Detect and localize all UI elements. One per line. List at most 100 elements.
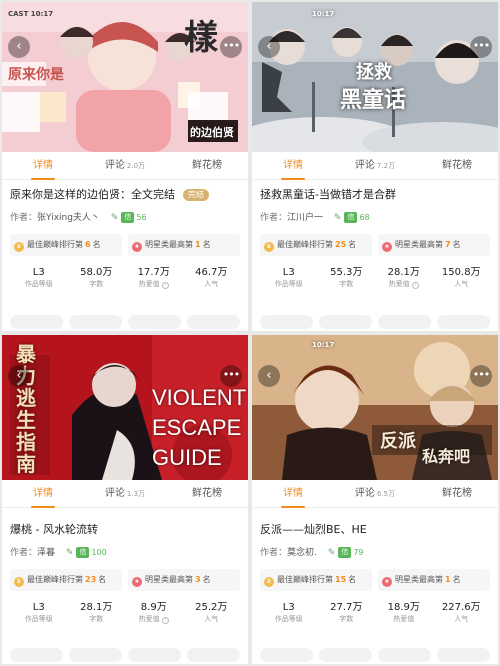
story-title[interactable]: 反派——灿烈BE、HE <box>260 521 490 539</box>
crown-icon: ♛ <box>264 577 274 587</box>
credit-badge: 信 <box>338 547 352 558</box>
action-pill[interactable] <box>437 648 490 662</box>
tab-flower-ranking[interactable]: 鲜花榜 <box>416 152 498 179</box>
comment-count: 2.0万 <box>126 162 146 170</box>
action-bar <box>252 313 498 331</box>
cover-subtitle: 黑童话 <box>340 88 407 113</box>
action-pill[interactable] <box>128 648 181 662</box>
author-row: 作者：江川户一 ✎ 信 68 <box>260 212 370 223</box>
tab-details[interactable]: 详情 <box>252 152 334 180</box>
author-row: 作者：张Yixing夫人丶 ✎ 信 56 <box>10 212 147 223</box>
rank-row: ♛ 最佳巅峰排行第 6 名 ★ 明星类最高第 1 名 <box>10 234 240 256</box>
more-button[interactable]: ••• <box>470 365 492 387</box>
action-pill[interactable] <box>260 315 313 329</box>
cover-subtitle: GUIDE <box>152 445 222 470</box>
tab-details[interactable]: 详情 <box>2 480 84 508</box>
star-rank[interactable]: ★ 明星类最高第 1 名 <box>128 234 240 256</box>
detail-tabs: 详情 评论 2.0万 鲜花榜 <box>2 152 248 180</box>
peak-rank[interactable]: ♛ 最佳巅峰排行第 25 名 <box>260 234 372 256</box>
question-icon[interactable]: ? <box>161 282 169 289</box>
cover-image[interactable]: 暴力逃生指南 VIOLENT ESCAPE GUIDE ‹ ••• <box>2 335 248 480</box>
story-info: 反派——灿烈BE、HE 作者：莫念初. ✎ 信 79 ♛ 最佳巅峰排行第 15 名 ★ 明星… <box>252 515 498 625</box>
comment-count: 7.2万 <box>376 162 396 170</box>
stat-popularity: 227.6万 人气 <box>441 602 481 623</box>
stat-level: L3 作品等级 <box>274 267 303 288</box>
cover-date: 10:17 <box>312 341 335 349</box>
more-dots-icon: ••• <box>472 368 490 381</box>
credit-score: 79 <box>353 548 364 557</box>
crown-icon: ♛ <box>14 577 24 587</box>
action-pill[interactable] <box>187 648 240 662</box>
cover-image[interactable]: 樣 原来你是 的边伯贤 CAST 10:17 ‹ ••• <box>2 2 248 152</box>
tab-details[interactable]: 详情 <box>2 152 84 180</box>
story-card[interactable]: 拯救 黑童话 10:17 ‹ ••• 详情 评论 7.2万 鲜花榜 拯救黑童话-当… <box>252 2 498 331</box>
cover-title: VIOLENT <box>152 385 247 410</box>
question-icon[interactable]: ? <box>161 617 169 624</box>
story-card[interactable]: 反派 私奔吧 10:17 ‹ ••• 详情 评论 6.5万 鲜花榜 反派——灿烈B… <box>252 335 498 664</box>
author-name[interactable]: 泽暮 <box>37 548 55 558</box>
stat-love: 18.9万 热爱值 <box>387 602 420 623</box>
credit-badge: 信 <box>121 212 135 223</box>
stat-words: 28.1万 字数 <box>80 602 113 623</box>
cover-image[interactable]: 反派 私奔吧 10:17 ‹ ••• <box>252 335 498 480</box>
story-title[interactable]: 爆桃 - 风水轮流转 <box>10 521 240 539</box>
action-pill[interactable] <box>128 315 181 329</box>
tab-flower-ranking[interactable]: 鲜花榜 <box>166 480 248 507</box>
tab-comments[interactable]: 评论 2.0万 <box>84 152 166 179</box>
action-pill[interactable] <box>69 315 122 329</box>
action-pill[interactable] <box>378 648 431 662</box>
chevron-left-icon: ‹ <box>16 368 22 383</box>
question-icon[interactable]: ? <box>411 282 419 289</box>
action-pill[interactable] <box>187 315 240 329</box>
story-card[interactable]: 樣 原来你是 的边伯贤 CAST 10:17 ‹ ••• 详情 评论 2.0万 鲜… <box>2 2 248 331</box>
tab-flower-ranking[interactable]: 鲜花榜 <box>416 480 498 507</box>
author-name[interactable]: 张Yixing夫人丶 <box>37 213 100 223</box>
tab-details[interactable]: 详情 <box>252 480 334 508</box>
more-dots-icon: ••• <box>222 39 240 52</box>
tab-comments[interactable]: 评论 7.2万 <box>334 152 416 179</box>
story-title[interactable]: 拯救黑童话-当做错才是合群 <box>260 186 490 204</box>
chevron-left-icon: ‹ <box>266 39 272 54</box>
tab-comments[interactable]: 评论 1.3万 <box>84 480 166 507</box>
back-button[interactable]: ‹ <box>258 365 280 387</box>
action-pill[interactable] <box>260 648 313 662</box>
stat-popularity: 46.7万 人气 <box>195 267 228 288</box>
star-rank[interactable]: ★ 明星类最高第 3 名 <box>128 569 240 591</box>
back-button[interactable]: ‹ <box>258 36 280 58</box>
star-rank[interactable]: ★ 明星类最高第 7 名 <box>378 234 490 256</box>
action-pill[interactable] <box>378 315 431 329</box>
cover-title: 拯救 <box>356 62 392 83</box>
author-name[interactable]: 莫念初. <box>287 548 317 558</box>
star-icon: ★ <box>132 577 142 587</box>
author-name[interactable]: 江川户一 <box>287 213 323 223</box>
author-row: 作者：泽暮 ✎ 信 100 <box>10 547 107 558</box>
back-button[interactable]: ‹ <box>8 365 30 387</box>
more-button[interactable]: ••• <box>470 36 492 58</box>
cover-side-title: 暴力逃生指南 <box>16 342 36 476</box>
stat-words: 58.0万 字数 <box>80 267 113 288</box>
action-pill[interactable] <box>319 648 372 662</box>
action-pill[interactable] <box>319 315 372 329</box>
credit-badge: 信 <box>344 212 358 223</box>
tab-flower-ranking[interactable]: 鲜花榜 <box>166 152 248 179</box>
more-button[interactable]: ••• <box>220 36 242 58</box>
peak-rank[interactable]: ♛ 最佳巅峰排行第 6 名 <box>10 234 122 256</box>
action-pill[interactable] <box>437 315 490 329</box>
star-rank[interactable]: ★ 明星类最高第 1 名 <box>378 569 490 591</box>
story-card[interactable]: 暴力逃生指南 VIOLENT ESCAPE GUIDE ‹ ••• 详情 评论 1… <box>2 335 248 664</box>
tab-comments[interactable]: 评论 6.5万 <box>334 480 416 507</box>
peak-rank[interactable]: ♛ 最佳巅峰排行第 15 名 <box>260 569 372 591</box>
action-pill[interactable] <box>10 648 63 662</box>
back-button[interactable]: ‹ <box>8 36 30 58</box>
detail-tabs: 详情 评论 7.2万 鲜花榜 <box>252 152 498 180</box>
complete-badge: 完结 <box>183 189 209 201</box>
peak-rank[interactable]: ♛ 最佳巅峰排行第 23 名 <box>10 569 122 591</box>
action-pill[interactable] <box>69 648 122 662</box>
more-button[interactable]: ••• <box>220 365 242 387</box>
story-info: 爆桃 - 风水轮流转 作者：泽暮 ✎ 信 100 ♛ 最佳巅峰排行第 23 名 ★ 明星类最… <box>2 515 248 625</box>
cover-title: 原来你是 <box>8 67 64 83</box>
crown-icon: ♛ <box>264 242 274 252</box>
action-pill[interactable] <box>10 315 63 329</box>
cover-image[interactable]: 拯救 黑童话 10:17 ‹ ••• <box>252 2 498 152</box>
story-title[interactable]: 原来你是这样的边伯贤：全文完结 完结 <box>10 186 240 204</box>
